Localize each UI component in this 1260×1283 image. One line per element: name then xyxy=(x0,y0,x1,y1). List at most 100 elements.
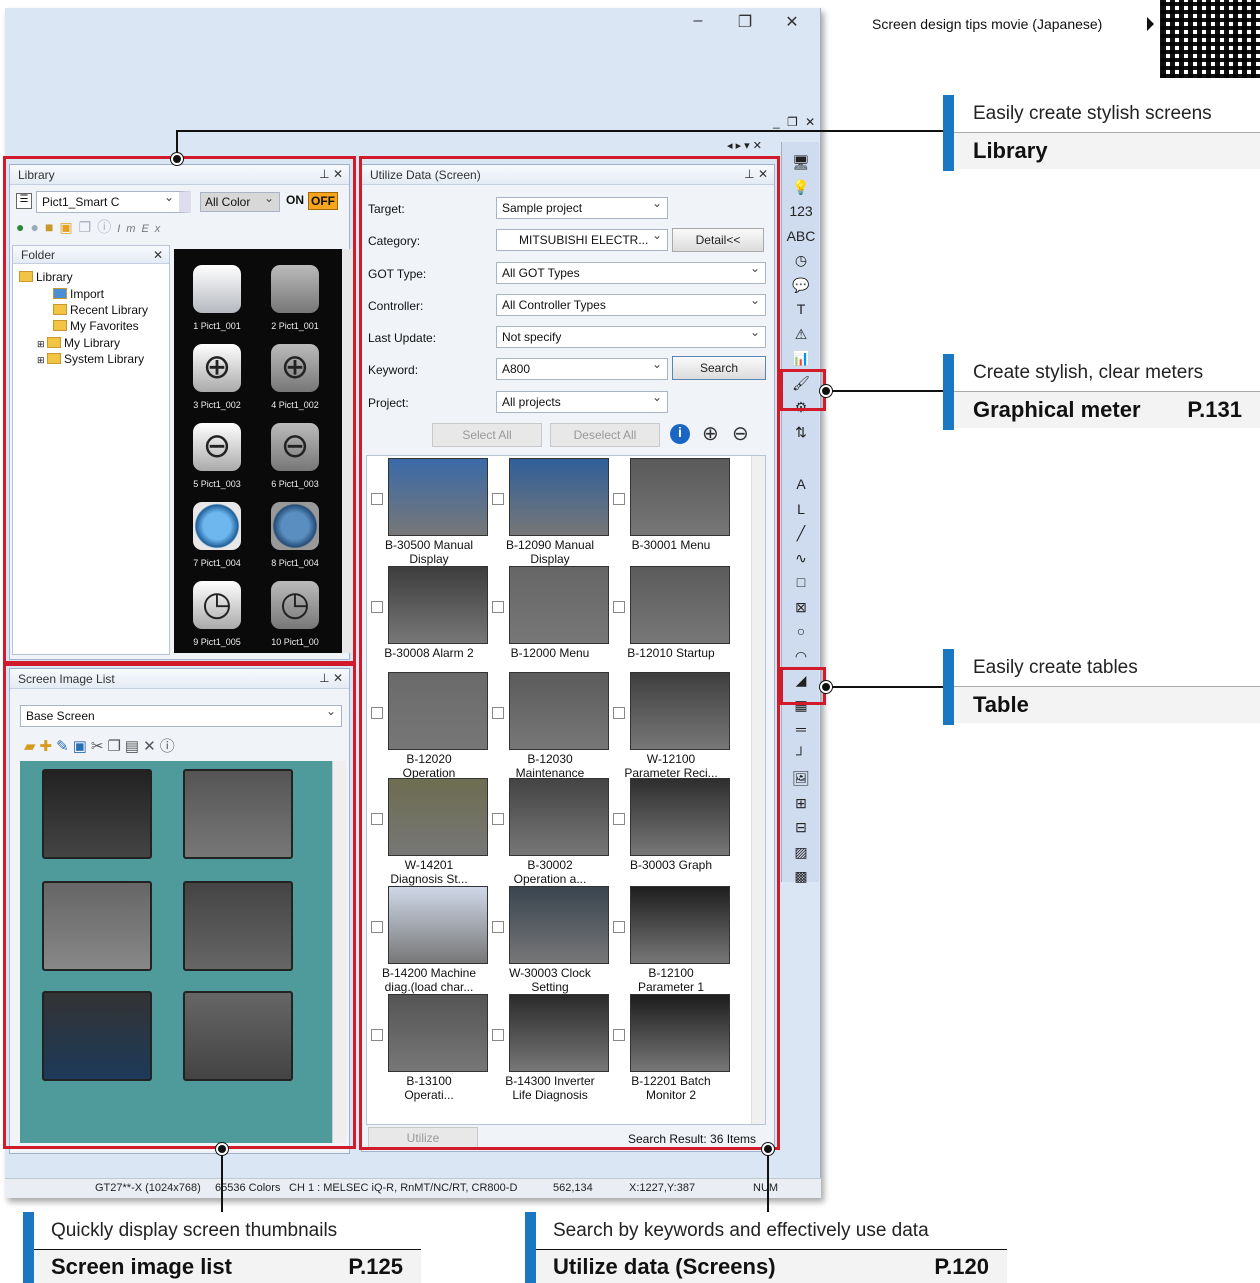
restore-button[interactable]: ❐ xyxy=(730,12,760,32)
result-tile[interactable]: B-12201 Batch Monitor 2 xyxy=(609,994,730,1102)
tile-checkbox[interactable] xyxy=(492,707,504,719)
category-select[interactable]: MITSUBISHI ELECTR... xyxy=(496,229,668,251)
library-item[interactable]: ⊖ 6 Pict1_003 xyxy=(258,415,332,493)
tile-checkbox[interactable] xyxy=(371,813,383,825)
toolbar-tool-icon[interactable]: ▦ xyxy=(786,697,816,719)
library-scrollbar[interactable] xyxy=(342,249,354,653)
library-item[interactable]: ⊕ 4 Pict1_002 xyxy=(258,336,332,414)
im-icon[interactable]: Im xyxy=(117,223,141,235)
select-all-button[interactable]: Select All xyxy=(432,423,542,447)
toolbar-tool-icon[interactable]: ⊞ xyxy=(786,795,816,817)
expand-icon[interactable]: ⊞ xyxy=(37,339,47,349)
delete-icon[interactable]: ✕ xyxy=(143,738,160,755)
tile-checkbox[interactable] xyxy=(371,707,383,719)
tile-checkbox[interactable] xyxy=(613,707,625,719)
project-select[interactable]: All projects xyxy=(496,391,668,413)
deselect-all-button[interactable]: Deselect All xyxy=(550,423,660,447)
toolbar-tool-icon[interactable]: ═ xyxy=(786,721,816,743)
view-icon[interactable]: ▣ xyxy=(59,219,78,235)
screen-thumbnail[interactable] xyxy=(42,881,152,971)
tile-checkbox[interactable] xyxy=(371,601,383,613)
tile-checkbox[interactable] xyxy=(492,921,504,933)
tree-favorites[interactable]: My Favorites xyxy=(53,319,139,333)
tile-checkbox[interactable] xyxy=(371,921,383,933)
target-select[interactable]: Sample project xyxy=(496,197,668,219)
folder-close-icon[interactable]: ✕ xyxy=(153,248,163,262)
panel-nav-controls[interactable]: ◂ ▸ ▾ ✕ xyxy=(727,139,762,152)
tile-checkbox[interactable] xyxy=(613,1029,625,1041)
toolbar-tool-icon[interactable]: 🖌 xyxy=(786,375,816,397)
result-tile[interactable]: B-30001 Menu xyxy=(609,458,730,565)
toolbar-tool-icon[interactable]: ◷ xyxy=(786,252,816,274)
controller-select[interactable]: All Controller Types xyxy=(496,294,766,316)
toolbar-tool-icon[interactable]: ⊠ xyxy=(786,599,816,621)
toolbar-tool-icon[interactable]: ⚠ xyxy=(786,326,816,348)
got-type-select[interactable]: All GOT Types xyxy=(496,262,766,284)
sil-scrollbar[interactable] xyxy=(332,761,346,1143)
tile-checkbox[interactable] xyxy=(371,1029,383,1041)
toolbar-tool-icon[interactable]: T xyxy=(786,301,816,323)
screen-thumbnail[interactable] xyxy=(183,991,293,1081)
toolbar-tool-icon[interactable]: ╱ xyxy=(786,525,816,547)
image-icon[interactable]: ▣ xyxy=(73,738,91,755)
info-icon[interactable]: i xyxy=(670,424,690,444)
doc-window-controls[interactable]: _ ❐ ✕ xyxy=(773,115,817,129)
toolbar-tool-icon[interactable]: ▨ xyxy=(786,844,816,866)
toolbar-tool-icon[interactable]: ○ xyxy=(786,623,816,645)
toolbar-tool-icon[interactable]: □ xyxy=(786,574,816,596)
ex-icon[interactable]: Ex xyxy=(141,223,166,235)
edit-icon[interactable]: ✎ xyxy=(56,738,73,755)
library-item[interactable]: ⊕ 3 Pict1_002 xyxy=(180,336,254,414)
library-select[interactable]: Pict1_Smart C xyxy=(36,191,191,213)
tile-checkbox[interactable] xyxy=(613,921,625,933)
utilize-pin-close[interactable]: ⊥ ✕ xyxy=(744,167,768,181)
search-button[interactable]: Search xyxy=(672,356,766,380)
zoom-in-icon[interactable]: ⊕ xyxy=(702,421,719,446)
result-tile[interactable]: B-13100 Operati... xyxy=(367,994,488,1102)
library-item[interactable]: 7 Pict1_004 xyxy=(180,494,254,572)
result-tile[interactable]: B-12100 Parameter 1 xyxy=(609,886,730,994)
screen-thumbnail[interactable] xyxy=(42,991,152,1081)
detail-button[interactable]: Detail<< xyxy=(672,228,764,252)
minimize-button[interactable]: – xyxy=(683,12,713,30)
tile-checkbox[interactable] xyxy=(492,1029,504,1041)
copy-icon[interactable]: ❐ xyxy=(79,219,98,235)
tree-import[interactable]: Import xyxy=(53,287,104,301)
tree-system-library[interactable]: ⊞ System Library xyxy=(37,352,144,366)
screen-thumbnail[interactable] xyxy=(183,769,293,859)
tile-checkbox[interactable] xyxy=(492,493,504,505)
color-filter-select[interactable]: All Color xyxy=(200,192,280,212)
cut-icon[interactable]: ✂ xyxy=(91,738,108,755)
toolbar-tool-icon[interactable]: ABC xyxy=(786,228,816,250)
tile-checkbox[interactable] xyxy=(613,601,625,613)
toolbar-tool-icon[interactable]: 🖥 xyxy=(786,154,816,176)
qr-code-icon[interactable] xyxy=(1160,0,1260,78)
result-tile[interactable]: B-12000 Menu xyxy=(488,566,609,673)
result-tile[interactable]: B-12090 Manual Display xyxy=(488,458,609,566)
toolbar-tool-icon[interactable]: 💡 xyxy=(786,179,816,201)
tile-checkbox[interactable] xyxy=(371,493,383,505)
off-toggle[interactable]: OFF xyxy=(308,192,338,210)
library-item[interactable]: 1 Pict1_001 xyxy=(180,257,254,335)
expand-icon[interactable]: ⊞ xyxy=(37,355,47,365)
keyword-input[interactable]: A800 xyxy=(496,358,668,380)
tile-checkbox[interactable] xyxy=(613,493,625,505)
result-tile[interactable]: W-12100 Parameter Reci... xyxy=(609,672,730,780)
screen-type-select[interactable]: Base Screen xyxy=(20,705,342,727)
folder-up-icon[interactable]: ■ xyxy=(45,219,59,235)
result-tile[interactable]: B-30002 Operation a... xyxy=(488,778,609,886)
library-item[interactable]: 8 Pict1_004 xyxy=(258,494,332,572)
library-pin-close[interactable]: ⊥ ✕ xyxy=(319,167,343,181)
new-screen-icon[interactable]: ▰ xyxy=(24,738,40,755)
tree-my-library[interactable]: ⊞ My Library xyxy=(37,336,120,350)
result-tile[interactable]: B-14300 Inverter Life Diagnosis xyxy=(488,994,609,1102)
result-tile[interactable]: B-30008 Alarm 2 xyxy=(367,566,488,673)
results-scrollbar[interactable] xyxy=(751,456,765,1124)
toolbar-tool-icon[interactable]: 🖼 xyxy=(786,770,816,792)
result-tile[interactable]: W-30003 Clock Setting xyxy=(488,886,609,994)
sil-pin-close[interactable]: ⊥ ✕ xyxy=(319,671,343,685)
library-item[interactable]: 2 Pict1_001 xyxy=(258,257,332,335)
tree-library[interactable]: Library xyxy=(19,270,73,284)
toolbar-tool-icon[interactable]: ▩ xyxy=(786,868,816,890)
toolbar-tool-icon[interactable]: 📊 xyxy=(786,350,816,372)
